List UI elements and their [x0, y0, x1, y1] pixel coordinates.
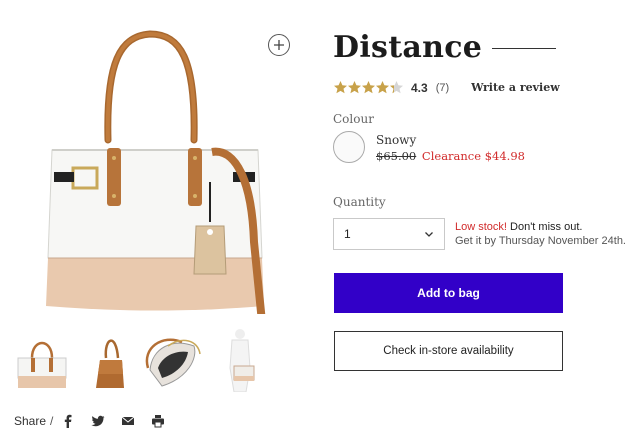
check-store-availability-button[interactable]: Check in-store availability [334, 331, 563, 371]
stock-status: Low stock! Don't miss out. [455, 221, 582, 233]
star-icon [348, 81, 361, 94]
delivery-estimate: Get it by Thursday November 24th. [455, 235, 626, 247]
share-separator: / [50, 414, 54, 428]
email-icon[interactable] [121, 414, 135, 428]
quantity-value: 1 [344, 227, 351, 241]
star-icon [362, 81, 375, 94]
chevron-down-icon [425, 232, 433, 237]
quantity-select[interactable]: 1 [333, 218, 445, 250]
rating-row: 4.3 (7) Write a review [333, 80, 560, 95]
quantity-label: Quantity [333, 195, 386, 209]
original-price: $65.00 [376, 149, 417, 163]
colour-swatch-snowy[interactable] [333, 131, 365, 163]
write-review-link[interactable]: Write a review [471, 81, 560, 94]
print-icon[interactable] [151, 414, 165, 428]
zoom-button[interactable] [268, 34, 290, 56]
title-divider [492, 48, 557, 49]
colour-name: Snowy [376, 133, 417, 147]
star-icon [334, 81, 347, 94]
rating-value: 4.3 [411, 80, 428, 95]
thumbnail-model[interactable] [218, 328, 278, 393]
thumbnail-side[interactable] [82, 328, 142, 392]
share-row: Share / [14, 412, 181, 430]
stock-message: Don't miss out. [506, 221, 583, 233]
star-icon [376, 81, 389, 94]
twitter-icon[interactable] [91, 414, 105, 428]
thumbnail-interior[interactable] [142, 328, 202, 392]
add-to-bag-button[interactable]: Add to bag [334, 273, 563, 313]
title-wrap: Distance [333, 30, 557, 65]
facebook-icon[interactable] [61, 414, 75, 428]
product-main-image[interactable] [40, 22, 272, 323]
share-label: Share [14, 414, 47, 428]
price-row: $65.00 Clearance $44.98 [376, 149, 525, 163]
low-stock-label: Low stock! [455, 221, 507, 233]
thumbnail-front[interactable] [12, 328, 72, 392]
clearance-price: Clearance $44.98 [421, 149, 525, 163]
colour-label: Colour [333, 112, 374, 126]
star-rating [333, 80, 403, 95]
review-count[interactable]: (7) [436, 82, 449, 94]
star-icon [390, 81, 403, 94]
plus-icon [274, 40, 284, 50]
product-title: Distance [333, 30, 483, 65]
